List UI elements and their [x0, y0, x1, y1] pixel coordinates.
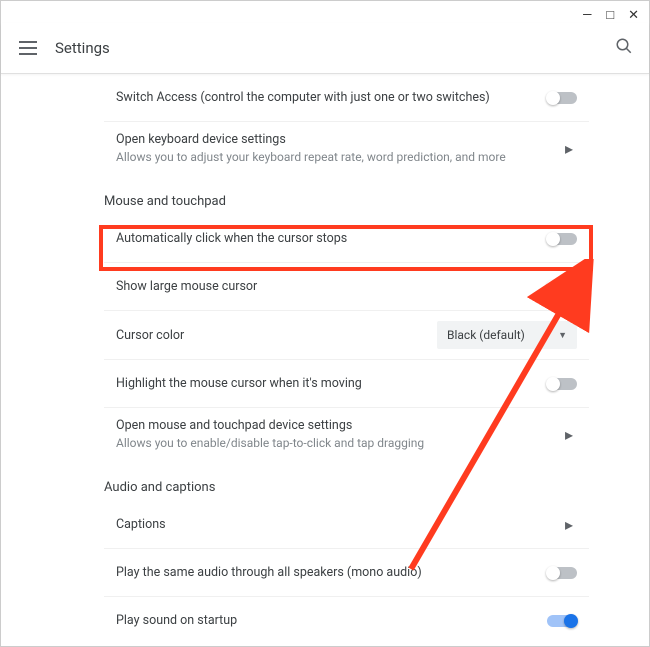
autoclick-toggle[interactable]	[547, 233, 577, 245]
mouse-settings-label: Open mouse and touchpad device settings	[116, 418, 561, 433]
switch-access-row[interactable]: Switch Access (control the computer with…	[104, 74, 589, 122]
chevron-right-icon: ▸	[561, 515, 577, 534]
cursor-color-row[interactable]: Cursor color Black (default) ▼	[104, 311, 589, 360]
chevron-right-icon: ▸	[561, 425, 577, 444]
mouse-section-title: Mouse and touchpad	[86, 174, 589, 215]
mono-audio-row[interactable]: Play the same audio through all speakers…	[104, 549, 589, 597]
app-header: Settings	[1, 23, 649, 74]
switch-access-toggle[interactable]	[547, 92, 577, 104]
cursor-color-dropdown[interactable]: Black (default) ▼	[437, 321, 577, 349]
switch-access-label: Switch Access (control the computer with…	[116, 90, 547, 105]
captions-label: Captions	[116, 517, 561, 532]
highlight-cursor-label: Highlight the mouse cursor when it's mov…	[116, 376, 547, 391]
mouse-settings-sublabel: Allows you to enable/disable tap-to-clic…	[116, 436, 561, 450]
chevron-right-icon: ▸	[561, 139, 577, 158]
cursor-color-value: Black (default)	[447, 328, 525, 342]
highlight-cursor-row[interactable]: Highlight the mouse cursor when it's mov…	[104, 360, 589, 408]
autoclick-row[interactable]: Automatically click when the cursor stop…	[104, 215, 589, 263]
settings-content: Switch Access (control the computer with…	[1, 74, 649, 643]
maximize-icon[interactable]: □	[606, 7, 614, 23]
close-icon[interactable]: ✕	[628, 8, 639, 23]
large-cursor-label: Show large mouse cursor	[116, 279, 547, 294]
large-cursor-row[interactable]: Show large mouse cursor	[104, 263, 589, 311]
hamburger-menu-icon[interactable]	[19, 41, 37, 55]
startup-sound-label: Play sound on startup	[116, 613, 547, 628]
audio-section-title: Audio and captions	[86, 460, 589, 501]
caret-down-icon: ▼	[558, 330, 567, 341]
window-controls: — □ ✕	[582, 7, 639, 23]
minimize-icon[interactable]: —	[582, 8, 592, 23]
mouse-settings-row[interactable]: Open mouse and touchpad device settings …	[104, 408, 589, 460]
keyboard-settings-row[interactable]: Open keyboard device settings Allows you…	[104, 122, 589, 174]
cursor-color-label: Cursor color	[116, 328, 437, 343]
page-title: Settings	[55, 39, 615, 57]
search-icon[interactable]	[615, 37, 633, 59]
mono-audio-label: Play the same audio through all speakers…	[116, 565, 547, 580]
captions-row[interactable]: Captions ▸	[104, 501, 589, 549]
autoclick-label: Automatically click when the cursor stop…	[116, 231, 547, 246]
keyboard-settings-label: Open keyboard device settings	[116, 132, 561, 147]
startup-sound-row[interactable]: Play sound on startup	[104, 597, 589, 643]
large-cursor-toggle[interactable]	[547, 281, 577, 293]
mono-audio-toggle[interactable]	[547, 567, 577, 579]
keyboard-settings-sublabel: Allows you to adjust your keyboard repea…	[116, 150, 561, 164]
startup-sound-toggle[interactable]	[547, 615, 577, 627]
highlight-cursor-toggle[interactable]	[547, 378, 577, 390]
